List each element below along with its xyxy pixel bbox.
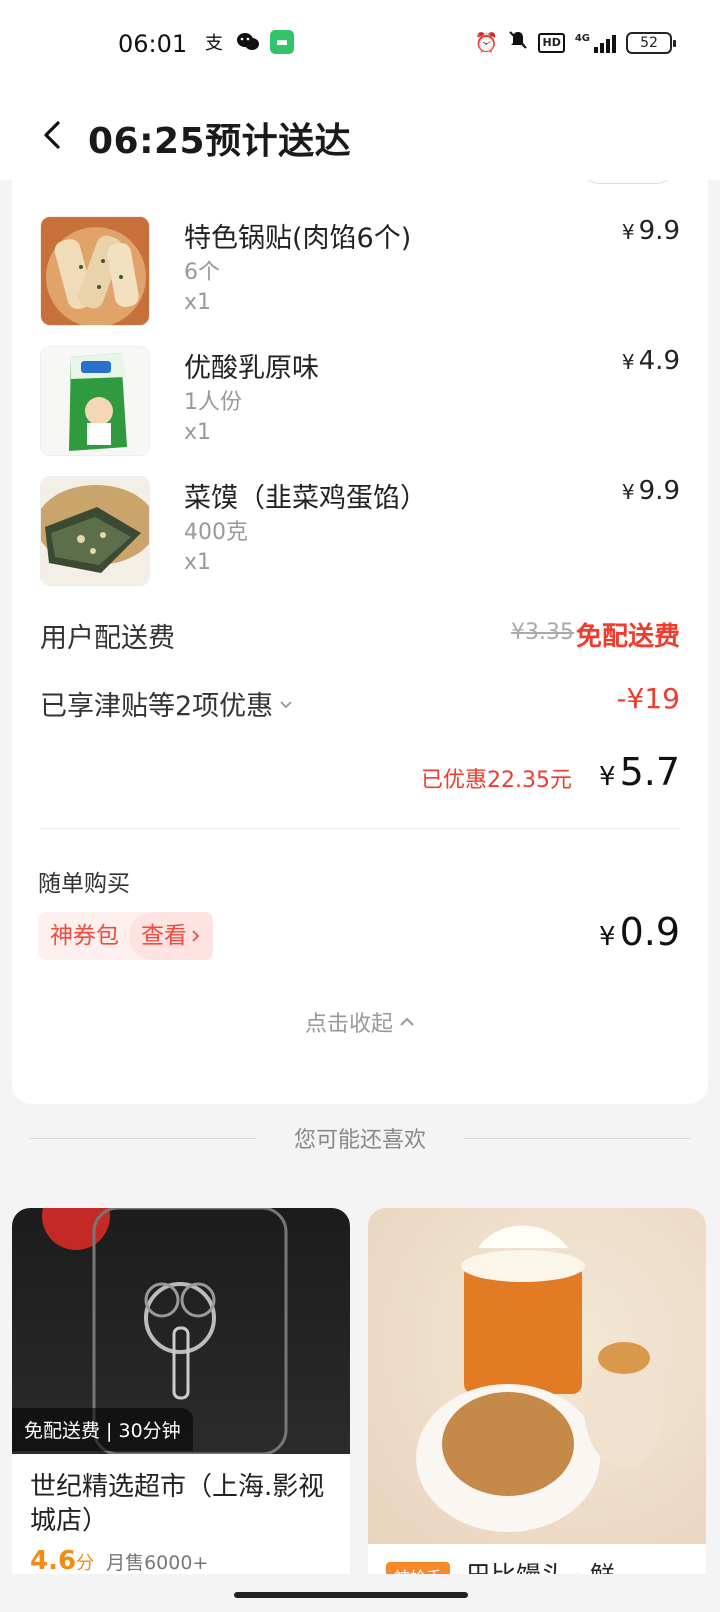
currency-symbol: ¥ [599,762,616,792]
hd-icon: HD [538,32,565,53]
recommend-header: 您可能还喜欢 [0,1122,720,1154]
item-thumbnail-potstickers [40,216,150,326]
home-indicator[interactable] [234,1592,468,1598]
item-quantity: x1 [184,550,212,575]
signal-icon: 4G [575,33,616,53]
mute-icon [508,30,528,55]
coupon-view-label: 查看 [141,923,187,949]
order-total: ¥5.7 [599,750,680,794]
status-indicators: ⏰ HD 4G 52 [474,30,676,55]
currency-symbol: ¥ [621,350,635,374]
saved-amount: 已优惠22.35元 [421,768,572,793]
item-quantity: x1 [184,290,212,315]
item-spec: 400克 [184,520,248,545]
rating-unit: 分 [76,1553,95,1574]
discount-toggle[interactable]: 已享津贴等2项优惠 [40,684,293,723]
wechat-icon [236,30,260,54]
chevron-right-icon [192,930,200,942]
monthly-sales: 月售6000+ [106,1552,209,1574]
item-name: 优酸乳原味 [184,353,319,384]
divider [40,828,680,829]
alipay-icon: 支 [205,33,223,54]
status-app-icons: 支 ▬ [202,30,294,54]
page-title: 06:25预计送达 [88,121,352,162]
divider-line [29,1137,256,1139]
order-item[interactable]: 优酸乳原味 1人份 x1 ¥4.9 [40,346,680,460]
item-thumbnail-chive-pancake [40,476,150,586]
discount-value: -¥19 [616,682,680,715]
recommend-card-food[interactable]: 神抢手 巴比馒头 · 鲜 [368,1208,706,1612]
chevron-up-icon [400,1017,414,1026]
item-price: ¥9.9 [622,216,680,246]
currency-symbol: ¥ [599,922,616,952]
divider-line [464,1137,690,1139]
messages-icon: ▬ [270,30,294,54]
item-price-value: 9.9 [638,476,680,506]
recommend-title: 您可能还喜欢 [293,1128,426,1153]
network-type: 4G [574,32,590,44]
nav-header: 06:25预计送达 [0,92,720,180]
item-price: ¥4.9 [622,346,680,376]
status-time: 06:01 [118,30,188,58]
delivery-fee-value: 免配送费 [575,622,680,652]
coupon-pack-label: 神券包 [50,923,119,949]
item-name: 特色锅贴(肉馅6个) [184,223,412,254]
discount-label: 已享津贴等2项优惠 [40,691,274,722]
item-price-value: 9.9 [638,216,680,246]
item-quantity: x1 [184,420,212,445]
item-spec: 6个 [184,260,220,285]
item-name: 菜馍（韭菜鸡蛋馅） [184,483,427,514]
status-bar: 06:01 支 ▬ ⏰ HD 4G 52 [0,0,720,92]
food-product-image [368,1208,706,1544]
item-price: ¥9.9 [622,476,680,506]
item-spec: 1人份 [184,390,242,415]
coupon-pack-price-value: 0.9 [619,910,680,954]
coupon-pack-price: ¥0.9 [599,910,680,954]
item-thumbnail-yogurt-drink [40,346,150,456]
collapse-button[interactable]: 点击收起 [12,1006,708,1038]
order-total-value: 5.7 [619,750,680,794]
order-detail-card: 特色锅贴(肉馅6个) 6个 x1 ¥9.9 优酸乳原味 1人份 x1 ¥4.9 [12,160,708,1104]
back-arrow-icon[interactable] [38,120,68,150]
battery-icon: 52 [626,31,676,54]
store-meta: 4.6分 月售6000+ [30,1546,208,1576]
store-name: 世纪精选超市（上海.影视城店） [30,1472,325,1536]
delivery-badge: 免配送费 | 30分钟 [12,1408,193,1451]
order-item[interactable]: 菜馍（韭菜鸡蛋馅） 400克 x1 ¥9.9 [40,476,680,590]
coupon-pack-tag[interactable]: 神券包 查看 [38,912,213,960]
currency-symbol: ¥ [621,220,635,244]
recommend-card-store[interactable]: 免配送费 | 30分钟 世纪精选超市（上海.影视城店） 4.6分 月售6000+ [12,1208,350,1612]
delivery-fee-original: ¥3.35 [511,620,574,645]
order-item[interactable]: 特色锅贴(肉馅6个) 6个 x1 ¥9.9 [40,216,680,330]
coupon-view-button[interactable]: 查看 [129,912,213,960]
alarm-icon: ⏰ [474,32,499,54]
item-price-value: 4.9 [638,346,680,376]
chevron-down-icon [279,688,293,719]
rating-value: 4.6 [30,1546,77,1576]
currency-symbol: ¥ [621,480,635,504]
store-rating: 4.6分 [30,1546,94,1576]
delivery-fee-label: 用户配送费 [40,623,175,654]
addon-section-title: 随单购买 [38,871,130,897]
collapse-label: 点击收起 [304,1012,393,1037]
